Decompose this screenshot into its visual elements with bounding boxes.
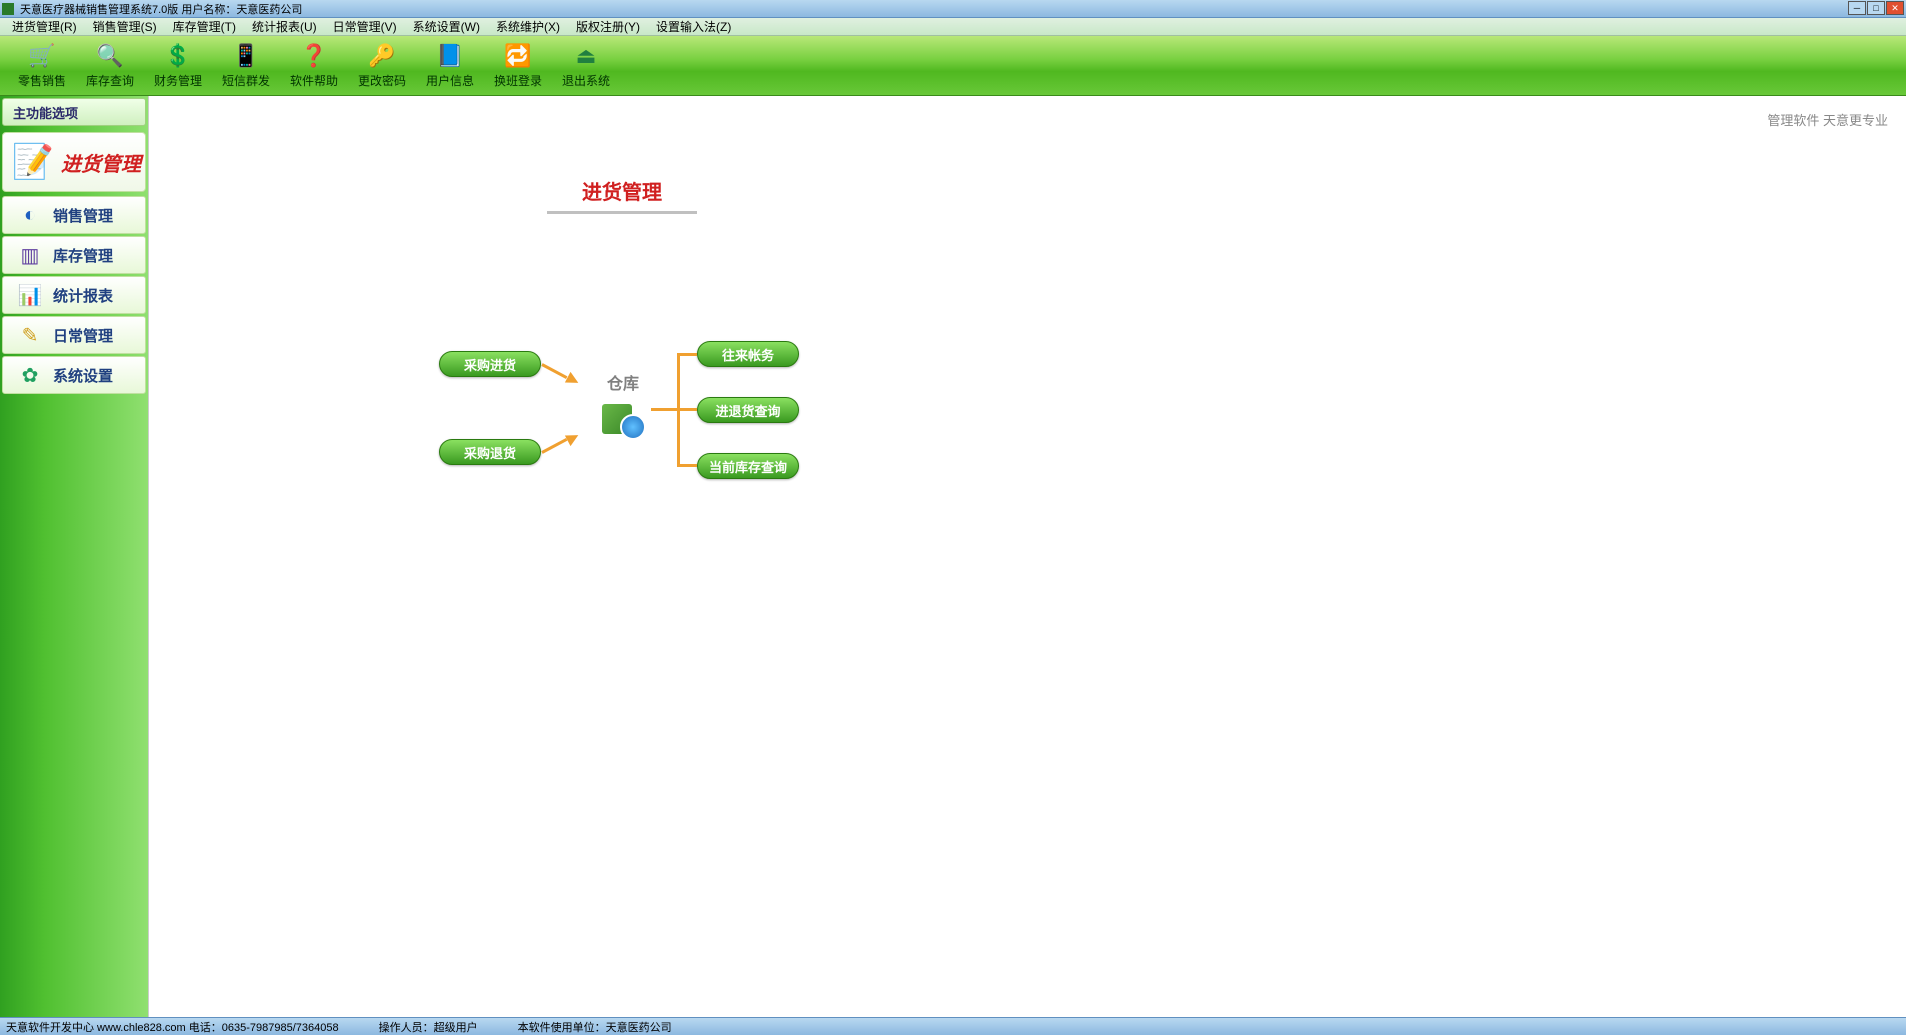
help-icon: ❓ (300, 42, 328, 70)
menu-item-3[interactable]: 统计报表(U) (244, 18, 325, 35)
app-icon (2, 3, 14, 15)
shift-button[interactable]: 🔁 换班登录 (484, 39, 552, 93)
main-area: 主功能选项 📝 进货管理 ◐ 销售管理 ▥ 库存管理 📊 统计报表 ✎ 日常管理 ✿ 系统设置 管… (0, 96, 1906, 1017)
statusbar: 天意软件开发中心 www.chle828.com 电话：0635-7987985… (0, 1017, 1906, 1035)
inventory-query-icon: 🔍 (96, 42, 124, 70)
toolbar-label: 财务管理 (154, 72, 202, 89)
connector-line (651, 408, 679, 411)
menu-item-8[interactable]: 设置输入法(Z) (648, 18, 739, 35)
warehouse-icon (600, 398, 646, 442)
current-stock-button[interactable]: 当前库存查询 (697, 453, 799, 479)
finance-icon: 💲 (164, 42, 192, 70)
connector-line (541, 363, 567, 379)
content-panel: 管理软件 天意更专业 进货管理 采购进货 采购退货 往来帐务 进退货查询 当前库… (148, 96, 1906, 1017)
minimize-button[interactable]: ─ (1848, 1, 1866, 15)
sidebar-daily[interactable]: ✎ 日常管理 (2, 316, 146, 354)
accounts-button[interactable]: 往来帐务 (697, 341, 799, 367)
password-button[interactable]: 🔑 更改密码 (348, 39, 416, 93)
sidebar: 主功能选项 📝 进货管理 ◐ 销售管理 ▥ 库存管理 📊 统计报表 ✎ 日常管理 ✿ 系统设置 (0, 96, 148, 1017)
connector-line (677, 353, 697, 356)
inventory-query-button[interactable]: 🔍 库存查询 (76, 39, 144, 93)
toolbar-label: 库存查询 (86, 72, 134, 89)
menu-item-0[interactable]: 进货管理(R) (4, 18, 85, 35)
toolbar-label: 更改密码 (358, 72, 406, 89)
sms-icon: 📱 (232, 42, 260, 70)
maximize-button[interactable]: □ (1867, 1, 1885, 15)
retail-sales-button[interactable]: 🛒 零售销售 (8, 39, 76, 93)
toolbar-label: 零售销售 (18, 72, 66, 89)
menu-item-2[interactable]: 库存管理(T) (165, 18, 244, 35)
window-controls: ─ □ ✕ (1848, 1, 1904, 15)
tools-icon: 📝 (11, 140, 55, 184)
arrow-icon (565, 430, 581, 446)
panel-title: 进货管理 (547, 176, 697, 214)
sidebar-settings-icon: ✿ (17, 362, 43, 388)
sidebar-inventory-icon: ▥ (17, 242, 43, 268)
menu-item-4[interactable]: 日常管理(V) (325, 18, 405, 35)
sms-button[interactable]: 📱 短信群发 (212, 39, 280, 93)
sidebar-header: 主功能选项 (2, 98, 146, 126)
close-button[interactable]: ✕ (1886, 1, 1904, 15)
menu-item-6[interactable]: 系统维护(X) (488, 18, 568, 35)
sidebar-sales-icon: ◐ (17, 202, 43, 228)
nav-label: 库存管理 (53, 245, 113, 266)
toolbar-label: 退出系统 (562, 72, 610, 89)
menu-item-5[interactable]: 系统设置(W) (405, 18, 488, 35)
toolbar-label: 用户信息 (426, 72, 474, 89)
shift-icon: 🔁 (504, 42, 532, 70)
finance-button[interactable]: 💲 财务管理 (144, 39, 212, 93)
userinfo-icon: 📘 (436, 42, 464, 70)
nav-label: 销售管理 (53, 205, 113, 226)
toolbar-label: 短信群发 (222, 72, 270, 89)
exit-button[interactable]: ⏏ 退出系统 (552, 39, 620, 93)
help-button[interactable]: ❓ 软件帮助 (280, 39, 348, 93)
purchase-return-button[interactable]: 采购退货 (439, 439, 541, 465)
toolbar-label: 软件帮助 (290, 72, 338, 89)
status-company: 天意软件开发中心 www.chle828.com 电话：0635-7987985… (6, 1019, 339, 1035)
sidebar-reports[interactable]: 📊 统计报表 (2, 276, 146, 314)
connector-line (677, 464, 697, 467)
sidebar-daily-icon: ✎ (17, 322, 43, 348)
retail-sales-icon: 🛒 (28, 42, 56, 70)
sidebar-reports-icon: 📊 (17, 282, 43, 308)
menubar: 进货管理(R)销售管理(S)库存管理(T)统计报表(U)日常管理(V)系统设置(… (0, 18, 1906, 36)
status-unit: 本软件使用单位：天意医药公司 (518, 1019, 672, 1035)
sidebar-inventory[interactable]: ▥ 库存管理 (2, 236, 146, 274)
connector-line (677, 408, 697, 411)
sidebar-settings[interactable]: ✿ 系统设置 (2, 356, 146, 394)
toolbar-label: 换班登录 (494, 72, 542, 89)
nav-label: 系统设置 (53, 365, 113, 386)
purchase-in-button[interactable]: 采购进货 (439, 351, 541, 377)
menu-item-7[interactable]: 版权注册(Y) (568, 18, 648, 35)
warehouse-node: 仓库 (598, 370, 648, 442)
arrow-icon (565, 372, 581, 388)
warehouse-label: 仓库 (598, 370, 648, 394)
toolbar: 🛒 零售销售 🔍 库存查询 💲 财务管理 📱 短信群发 ❓ 软件帮助 🔑 更改密码 📘 用户信息 🔁 换班登录… (0, 36, 1906, 96)
nav-label: 日常管理 (53, 325, 113, 346)
menu-item-1[interactable]: 销售管理(S) (85, 18, 165, 35)
connector-line (541, 438, 567, 454)
nav-label: 统计报表 (53, 285, 113, 306)
sidebar-sales[interactable]: ◐ 销售管理 (2, 196, 146, 234)
slogan-text: 管理软件 天意更专业 (1767, 110, 1888, 129)
sidebar-active-purchase[interactable]: 📝 进货管理 (2, 132, 146, 192)
in-return-query-button[interactable]: 进退货查询 (697, 397, 799, 423)
exit-icon: ⏏ (572, 42, 600, 70)
status-operator: 操作人员：超级用户 (379, 1019, 478, 1035)
sidebar-active-label: 进货管理 (61, 148, 141, 177)
window-title: 天意医疗器械销售管理系统7.0版 用户名称：天意医药公司 (20, 1, 302, 17)
userinfo-button[interactable]: 📘 用户信息 (416, 39, 484, 93)
password-icon: 🔑 (368, 42, 396, 70)
titlebar: 天意医疗器械销售管理系统7.0版 用户名称：天意医药公司 ─ □ ✕ (0, 0, 1906, 18)
